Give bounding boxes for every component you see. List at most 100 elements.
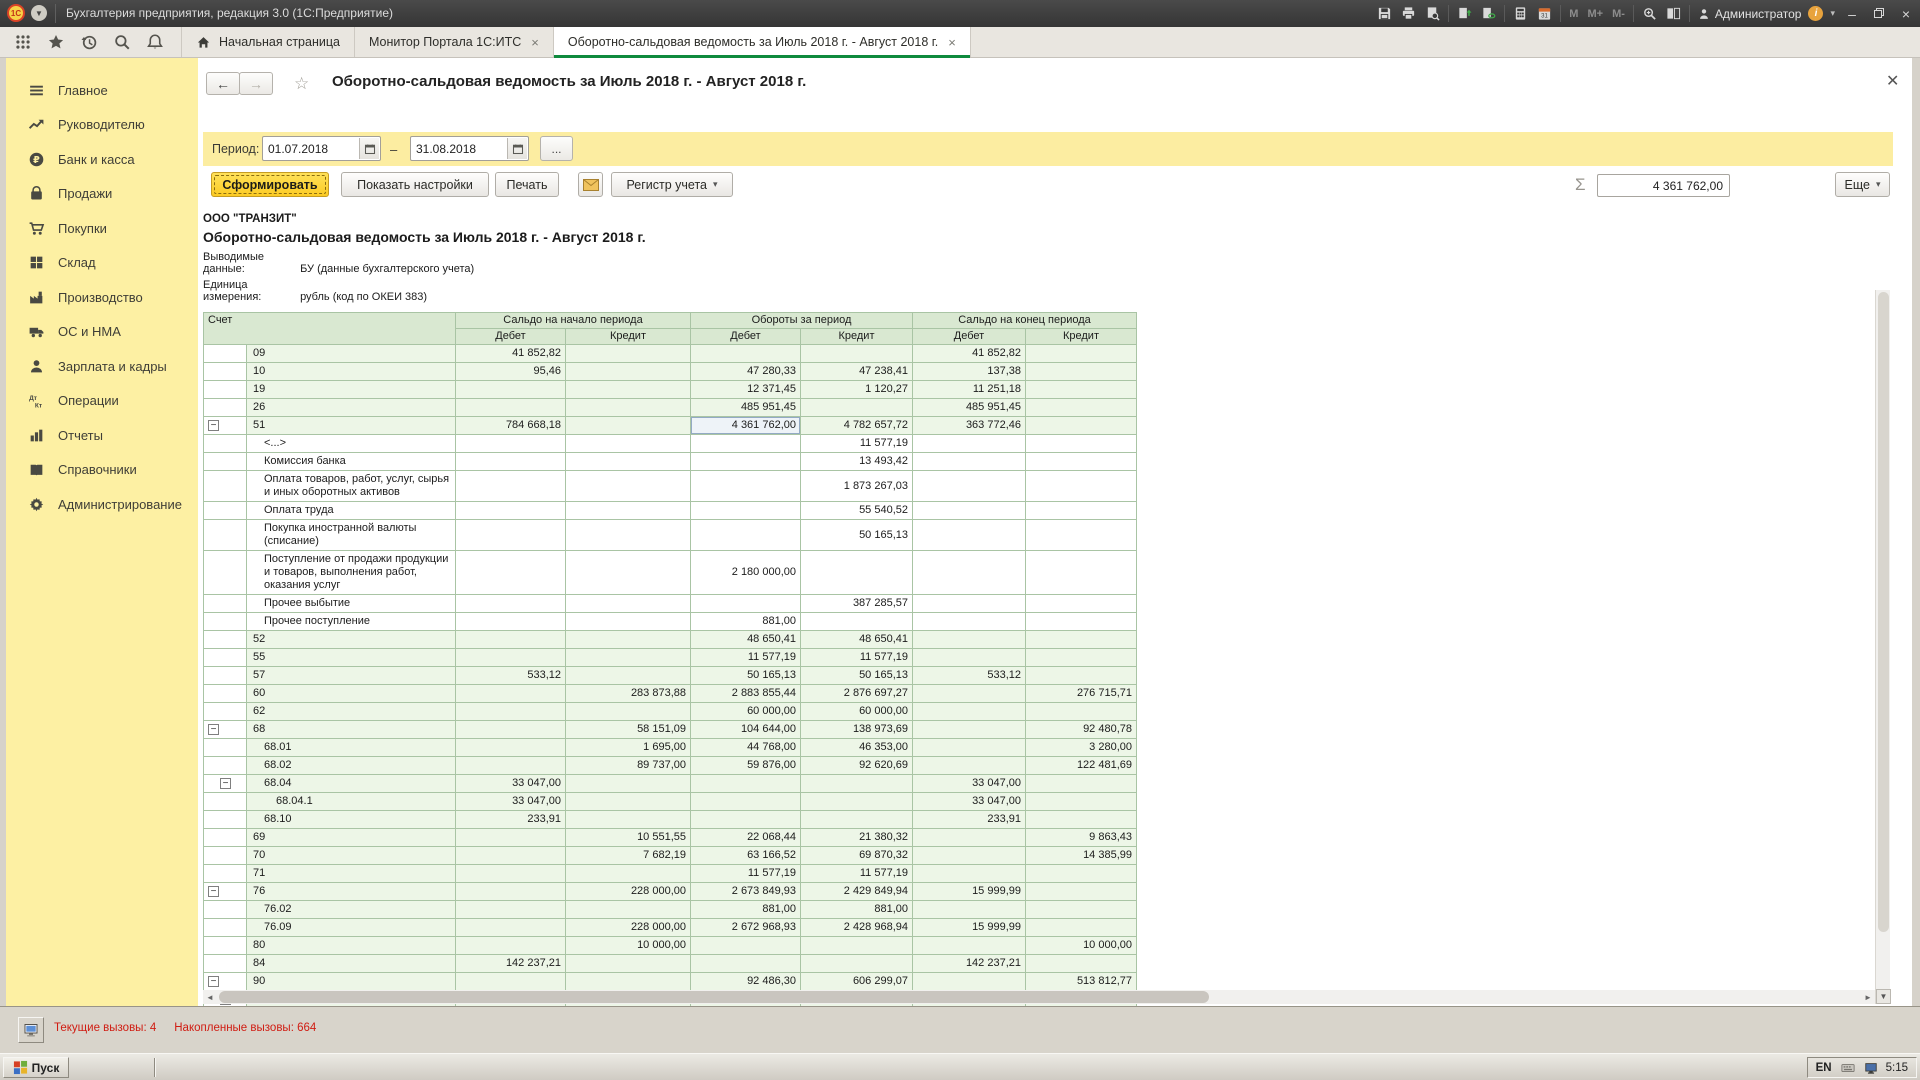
account-cell[interactable]: 52 [247, 631, 456, 649]
more-button[interactable]: Еще ▾ [1835, 172, 1890, 197]
amount-cell[interactable]: 44 768,00 [691, 739, 801, 757]
amount-cell[interactable] [566, 793, 691, 811]
amount-cell[interactable] [1026, 649, 1137, 667]
amount-cell[interactable] [913, 649, 1026, 667]
amount-cell[interactable] [801, 551, 913, 595]
account-cell[interactable]: Прочее выбытие [247, 595, 456, 613]
amount-cell[interactable] [801, 399, 913, 417]
memory-button-m-[interactable]: M- [1611, 8, 1626, 20]
calendar-picker-icon[interactable] [359, 138, 379, 159]
account-cell[interactable]: Комиссия банка [247, 453, 456, 471]
tab-close-icon[interactable]: × [531, 35, 539, 50]
amount-cell[interactable] [566, 417, 691, 435]
amount-cell[interactable]: 41 852,82 [913, 345, 1026, 363]
amount-cell[interactable] [566, 399, 691, 417]
amount-cell[interactable] [913, 721, 1026, 739]
amount-cell[interactable]: 881,00 [691, 901, 801, 919]
account-cell[interactable]: Поступление от продажи продукции и товар… [247, 551, 456, 595]
collapse-toggle-icon[interactable]: − [208, 886, 219, 897]
scrollbar-thumb[interactable] [219, 991, 1209, 1003]
amount-cell[interactable]: 11 577,19 [691, 865, 801, 883]
amount-cell[interactable]: 55 540,52 [801, 502, 913, 520]
collapse-toggle-icon[interactable]: − [220, 778, 231, 789]
sidebar-item-manager[interactable]: Руководителю [6, 108, 198, 143]
amount-cell[interactable] [566, 453, 691, 471]
restore-button[interactable] [1869, 6, 1889, 22]
amount-cell[interactable] [566, 502, 691, 520]
amount-cell[interactable]: 89 737,00 [566, 757, 691, 775]
amount-cell[interactable] [456, 739, 566, 757]
memory-button-m[interactable]: M [1568, 8, 1579, 20]
history-icon[interactable] [80, 33, 98, 51]
amount-cell[interactable] [1026, 435, 1137, 453]
amount-cell[interactable] [1026, 520, 1137, 551]
amount-cell[interactable]: 41 852,82 [456, 345, 566, 363]
keyboard-icon[interactable] [1840, 1061, 1856, 1075]
sidebar-item-sales[interactable]: Продажи [6, 177, 198, 212]
account-cell[interactable]: Прочее поступление [247, 613, 456, 631]
amount-cell[interactable] [801, 955, 913, 973]
split-view-icon[interactable] [1665, 5, 1682, 22]
amount-cell[interactable] [456, 520, 566, 551]
period-to-field[interactable] [410, 136, 529, 161]
amount-cell[interactable] [456, 435, 566, 453]
sidebar-item-purchases[interactable]: Покупки [6, 211, 198, 246]
amount-cell[interactable]: 1 873 267,03 [801, 471, 913, 502]
account-cell[interactable]: 19 [247, 381, 456, 399]
amount-cell[interactable]: 881,00 [801, 901, 913, 919]
amount-cell[interactable] [691, 595, 801, 613]
amount-cell[interactable] [913, 757, 1026, 775]
amount-cell[interactable] [456, 631, 566, 649]
favorite-star-icon[interactable]: ☆ [294, 74, 309, 94]
get-link-icon[interactable] [1480, 5, 1497, 22]
amount-cell[interactable] [566, 775, 691, 793]
amount-cell[interactable]: 485 951,45 [913, 399, 1026, 417]
sidebar-item-operations[interactable]: ДтКтОперации [6, 384, 198, 419]
calculator-icon[interactable] [1512, 5, 1529, 22]
current-user[interactable]: Администратор [1697, 7, 1802, 21]
amount-cell[interactable] [691, 793, 801, 811]
amount-cell[interactable] [566, 901, 691, 919]
tab-its-monitor[interactable]: Монитор Портала 1С:ИТС× [355, 27, 554, 57]
amount-cell[interactable] [566, 551, 691, 595]
account-cell[interactable]: 68.04 [247, 775, 456, 793]
amount-cell[interactable] [566, 631, 691, 649]
amount-cell[interactable] [691, 435, 801, 453]
account-cell[interactable]: 80 [247, 937, 456, 955]
sidebar-item-bank-cash[interactable]: ₽Банк и касса [6, 142, 198, 177]
amount-cell[interactable] [801, 937, 913, 955]
amount-cell[interactable] [456, 595, 566, 613]
sum-value-input[interactable] [1598, 175, 1729, 196]
amount-cell[interactable] [566, 703, 691, 721]
main-menu-button[interactable]: ▼ [31, 5, 47, 21]
amount-cell[interactable] [913, 703, 1026, 721]
amount-cell[interactable]: 142 237,21 [456, 955, 566, 973]
amount-cell[interactable] [913, 631, 1026, 649]
start-button[interactable]: Пуск [3, 1057, 69, 1078]
amount-cell[interactable]: 59 876,00 [691, 757, 801, 775]
amount-cell[interactable]: 33 047,00 [913, 793, 1026, 811]
amount-cell[interactable] [1026, 399, 1137, 417]
amount-cell[interactable]: 142 237,21 [913, 955, 1026, 973]
amount-cell[interactable] [456, 703, 566, 721]
amount-cell[interactable]: 10 551,55 [566, 829, 691, 847]
amount-cell[interactable] [913, 453, 1026, 471]
register-button[interactable]: Регистр учета ▾ [611, 172, 733, 197]
amount-cell[interactable] [1026, 502, 1137, 520]
amount-cell[interactable] [456, 757, 566, 775]
amount-cell[interactable]: 48 650,41 [801, 631, 913, 649]
amount-cell[interactable] [456, 829, 566, 847]
amount-cell[interactable] [1026, 381, 1137, 399]
amount-cell[interactable] [913, 471, 1026, 502]
tab-close-icon[interactable]: × [948, 35, 956, 50]
amount-cell[interactable]: 2 883 855,44 [691, 685, 801, 703]
sidebar-item-reports[interactable]: Отчеты [6, 418, 198, 453]
amount-cell[interactable] [456, 919, 566, 937]
account-cell[interactable]: 76.02 [247, 901, 456, 919]
amount-cell[interactable]: 22 068,44 [691, 829, 801, 847]
amount-cell[interactable] [801, 345, 913, 363]
amount-cell[interactable] [1026, 453, 1137, 471]
form-close-icon[interactable]: ✕ [1886, 71, 1899, 91]
tab-home[interactable]: Начальная страница [182, 27, 355, 57]
amount-cell[interactable] [913, 937, 1026, 955]
